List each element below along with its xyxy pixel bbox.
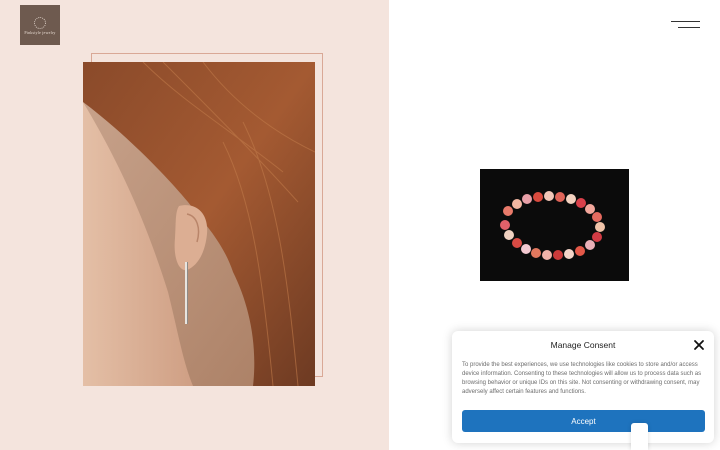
hamburger-menu-button[interactable]	[668, 18, 702, 32]
logo-ring-icon	[34, 16, 46, 29]
logo-text: Pinkstyle jewelry	[24, 29, 56, 35]
accept-button[interactable]: Accept	[462, 410, 705, 432]
consent-body-text: To provide the best experiences, we use …	[462, 362, 702, 395]
consent-title: Manage Consent	[550, 340, 616, 350]
site-logo[interactable]: Pinkstyle jewelry	[20, 5, 60, 45]
consent-settings-tab[interactable]	[631, 423, 648, 450]
product-image[interactable]	[480, 169, 629, 281]
consent-dialog: Manage Consent To provide the best exper…	[452, 331, 714, 443]
close-icon[interactable]	[693, 338, 705, 350]
hero-image	[83, 62, 315, 386]
hamburger-icon	[671, 21, 700, 22]
